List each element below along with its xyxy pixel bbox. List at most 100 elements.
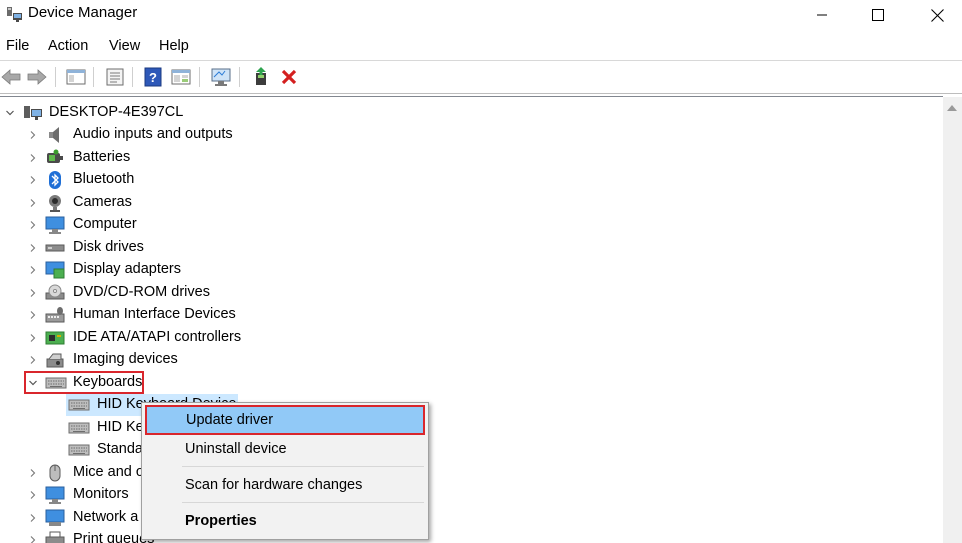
tree-category-disk-drives[interactable]: Disk drives — [0, 237, 300, 259]
show-hide-console-tree-icon[interactable] — [65, 66, 87, 88]
menu-help[interactable]: Help — [159, 38, 189, 54]
tree-item-label: IDE ATA/ATAPI controllers — [73, 328, 242, 345]
chevron-right-icon[interactable] — [28, 130, 38, 140]
help-icon[interactable]: ? — [142, 66, 164, 88]
menu-file[interactable]: File — [6, 38, 29, 54]
keyboards-highlight-box — [24, 371, 144, 394]
tree-item-label: Audio inputs and outputs — [73, 126, 233, 142]
chevron-right-icon[interactable] — [28, 310, 38, 320]
forward-icon[interactable] — [26, 66, 48, 88]
tree-item-label: Bluetooth — [73, 171, 135, 187]
update-driver-menu-item[interactable]: Update driver — [145, 405, 425, 435]
keyboard-icon — [68, 441, 90, 459]
tree-category-computer[interactable]: Computer — [0, 214, 300, 236]
disk-drive-icon — [45, 239, 65, 257]
tree-category-audio-inputs-and-outputs[interactable]: Audio inputs and outputs — [0, 124, 300, 146]
menu-bar: File Action View Help — [0, 34, 962, 58]
tree-category-ide-ata-atapi-controllers[interactable]: IDE ATA/ATAPI controllers — [0, 327, 300, 349]
monitor-icon — [45, 486, 65, 504]
keyboard-icon — [68, 419, 90, 437]
tree-item-label: Standa — [97, 441, 143, 457]
tree-root[interactable]: DESKTOP-4E397CL — [0, 102, 300, 124]
tree-item-label: Imaging devices — [73, 351, 178, 367]
scroll-up-icon[interactable] — [947, 105, 957, 111]
close-icon — [930, 8, 944, 22]
menu-view[interactable]: View — [109, 38, 140, 54]
toolbar-separator — [55, 67, 56, 87]
tree-category-human-interface-devices[interactable]: Human Interface Devices — [0, 304, 300, 326]
tree-item-label: Cameras — [73, 193, 132, 210]
toolbar-separator — [93, 67, 94, 87]
chevron-right-icon[interactable] — [28, 490, 38, 500]
keyboard-icon — [68, 396, 90, 414]
chevron-right-icon[interactable] — [28, 468, 38, 478]
chevron-right-icon[interactable] — [28, 355, 38, 365]
title-bar: Device Manager — [0, 0, 962, 30]
window-title: Device Manager — [28, 4, 138, 21]
toolbar: ? — [0, 60, 962, 94]
menu-separator — [182, 502, 424, 503]
hid-icon — [45, 306, 65, 324]
vertical-scrollbar[interactable] — [943, 97, 962, 543]
battery-icon — [45, 149, 65, 167]
tree-category-batteries[interactable]: Batteries — [0, 147, 300, 169]
speaker-icon — [45, 126, 65, 144]
tree-item-label: HID Ke — [97, 418, 144, 435]
toolbar-separator — [199, 67, 200, 87]
context-menu: Update driver Uninstall device Scan for … — [141, 402, 429, 540]
tree-category-cameras[interactable]: Cameras — [0, 192, 300, 214]
chevron-right-icon[interactable] — [28, 288, 38, 298]
tree-item-label: DVD/CD-ROM drives — [73, 283, 210, 300]
tree-item-label: Mice and o — [73, 463, 144, 480]
imaging-device-icon — [45, 351, 65, 369]
chevron-right-icon[interactable] — [28, 265, 38, 275]
tree-category-dvd-cd-rom-drives[interactable]: DVD/CD-ROM drives — [0, 282, 300, 304]
ide-controller-icon — [45, 329, 65, 347]
uninstall-icon[interactable] — [278, 66, 300, 88]
enable-device-icon[interactable] — [250, 66, 272, 88]
chevron-right-icon[interactable] — [28, 153, 38, 163]
chevron-down-icon[interactable] — [5, 108, 15, 118]
monitor-icon[interactable] — [210, 66, 232, 88]
uninstall-device-menu-item[interactable]: Uninstall device — [144, 435, 426, 463]
bluetooth-icon — [45, 171, 65, 189]
close-button[interactable] — [914, 0, 960, 30]
properties-icon[interactable] — [104, 66, 126, 88]
chevron-right-icon[interactable] — [28, 175, 38, 185]
chevron-right-icon[interactable] — [28, 243, 38, 253]
tree-root-label: DESKTOP-4E397CL — [49, 104, 184, 120]
computer-icon — [45, 216, 65, 234]
display-adapter-icon — [45, 261, 65, 279]
tree-item-label: Human Interface Devices — [73, 306, 236, 322]
tree-item-label: Monitors — [73, 486, 129, 502]
svg-text:?: ? — [149, 70, 157, 85]
minimize-button[interactable] — [799, 0, 845, 30]
scan-hardware-menu-item[interactable]: Scan for hardware changes — [144, 471, 426, 499]
tree-category-display-adapters[interactable]: Display adapters — [0, 259, 300, 281]
chevron-right-icon[interactable] — [28, 513, 38, 523]
properties-menu-item[interactable]: Properties — [144, 507, 426, 535]
tree-category-bluetooth[interactable]: Bluetooth — [0, 169, 300, 191]
computer-desktop-icon — [23, 104, 43, 122]
view-icon[interactable] — [170, 66, 192, 88]
toolbar-separator — [239, 67, 240, 87]
camera-icon — [45, 194, 65, 212]
chevron-right-icon[interactable] — [28, 333, 38, 343]
maximize-button[interactable] — [855, 0, 901, 30]
tree-item-label: Network a — [73, 508, 139, 525]
dvd-drive-icon — [45, 284, 65, 302]
toolbar-separator — [132, 67, 133, 87]
menu-separator — [182, 466, 424, 467]
chevron-right-icon[interactable] — [28, 220, 38, 230]
chevron-right-icon[interactable] — [28, 198, 38, 208]
chevron-right-icon[interactable] — [28, 535, 38, 543]
network-icon — [45, 509, 65, 527]
tree-category-imaging-devices[interactable]: Imaging devices — [0, 349, 300, 371]
tree-item-label: Batteries — [73, 148, 131, 165]
back-icon[interactable] — [0, 66, 22, 88]
tree-item-label: Computer — [73, 216, 137, 232]
device-manager-app-icon — [5, 5, 23, 23]
tree-item-label: Display adapters — [73, 261, 181, 277]
tree-item-label: Disk drives — [73, 238, 144, 255]
menu-action[interactable]: Action — [48, 38, 88, 54]
